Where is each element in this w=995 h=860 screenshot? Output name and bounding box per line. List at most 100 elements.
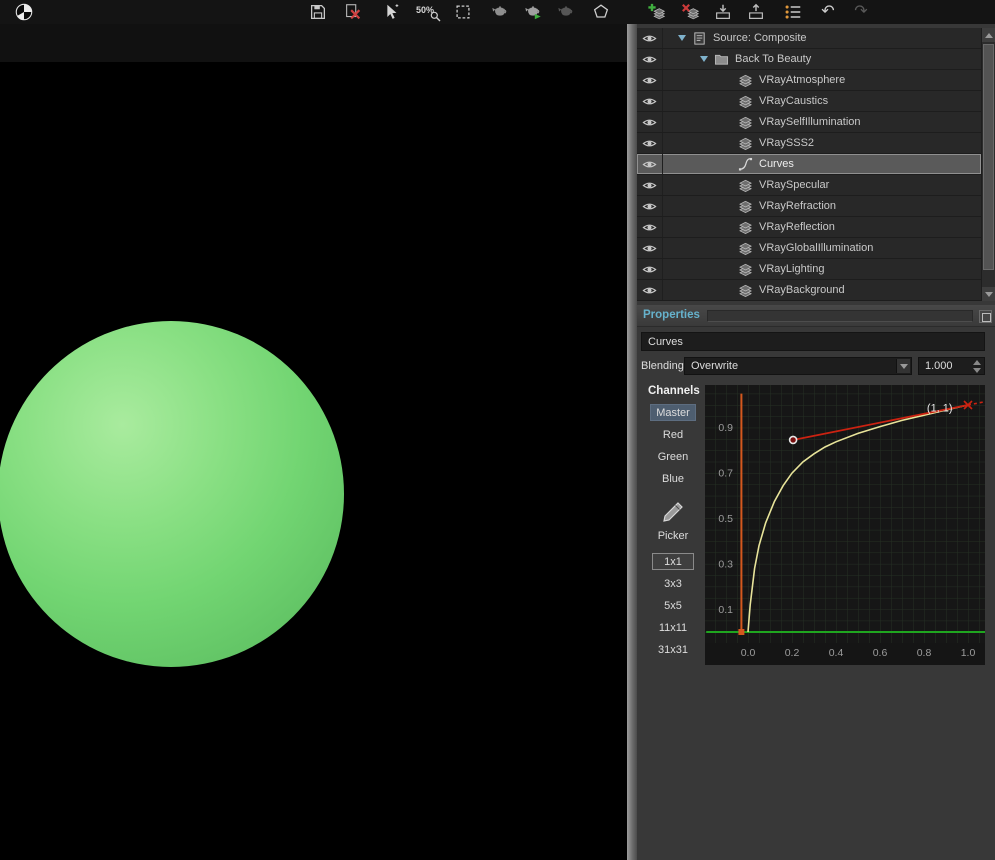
save-layers-button[interactable] (744, 1, 768, 23)
layer-list-button[interactable] (781, 1, 805, 23)
svg-text:0.2: 0.2 (785, 647, 800, 659)
svg-text:0.9: 0.9 (718, 422, 733, 434)
visibility-eye-icon[interactable] (637, 259, 663, 279)
layer-row-vrayselfillumination[interactable]: VRaySelfIllumination (637, 112, 981, 133)
curves-icon (738, 157, 753, 172)
zoom-level-button[interactable]: 50% (412, 1, 442, 23)
spinner-arrows[interactable] (972, 360, 982, 373)
panel-splitter[interactable] (627, 24, 637, 860)
render-region-cursor-icon (381, 2, 401, 22)
layer-row-vrayglobalillumination[interactable]: VRayGlobalIllumination (637, 238, 981, 259)
layer-name-input[interactable] (641, 332, 985, 351)
blend-amount-value: 1.000 (925, 360, 953, 372)
visibility-eye-icon[interactable] (637, 70, 663, 90)
layer-row-source-composite[interactable]: Source: Composite (637, 28, 981, 49)
add-layer-button[interactable] (645, 1, 669, 23)
visibility-eye-icon[interactable] (637, 196, 663, 216)
undo-button[interactable]: ↶ (816, 1, 840, 23)
save-image-icon (308, 2, 328, 22)
redo-icon: ↷ (854, 4, 867, 20)
visibility-eye-icon[interactable] (637, 280, 663, 300)
visibility-eye-icon[interactable] (637, 238, 663, 258)
layer-row-vraysss2[interactable]: VRaySSS2 (637, 133, 981, 154)
picker-size-3x3[interactable]: 3x3 (652, 575, 694, 592)
redo-button[interactable]: ↷ (849, 1, 873, 23)
channel-green[interactable]: Green (650, 448, 696, 465)
blend-amount-spinner[interactable]: 1.000 (918, 357, 985, 375)
render-element-icon (738, 73, 753, 88)
visibility-eye-icon[interactable] (637, 91, 663, 111)
visibility-eye-icon[interactable] (637, 28, 663, 48)
layer-list-icon (783, 2, 803, 22)
layer-row-vraycaustics[interactable]: VRayCaustics (637, 91, 981, 112)
layer-label: Back To Beauty (735, 53, 811, 65)
visibility-eye-icon[interactable] (637, 49, 663, 69)
layers-panel: Source: Composite Back To Beauty VRayAtm… (637, 24, 995, 860)
layer-row-back-to-beauty[interactable]: Back To Beauty (637, 49, 981, 70)
svg-text:0.8: 0.8 (917, 647, 932, 659)
picker-size-label: 31x31 (658, 644, 688, 656)
scroll-down-arrow[interactable] (982, 287, 995, 301)
picker-size-31x31[interactable]: 31x31 (652, 641, 694, 658)
rendered-sphere (0, 321, 344, 667)
render-last-button[interactable] (488, 1, 512, 23)
channel-blue[interactable]: Blue (650, 470, 696, 487)
curve-editor-canvas[interactable]: (1, 1) 0.0 0.2 0.4 0.6 0.8 1.0 0.9 0.7 0… (705, 385, 985, 665)
lasso-region-button[interactable] (589, 1, 613, 23)
render-history-button[interactable] (554, 1, 578, 23)
clear-image-button[interactable] (341, 1, 365, 23)
scroll-up-arrow[interactable] (982, 28, 995, 42)
color-picker-pen-icon[interactable] (659, 500, 685, 526)
visibility-eye-icon[interactable] (637, 217, 663, 237)
visibility-eye-icon[interactable] (637, 133, 663, 153)
channels-title: Channels (648, 385, 700, 397)
layer-row-vrayspecular[interactable]: VRaySpecular (637, 175, 981, 196)
layer-row-vraybackground[interactable]: VRayBackground (637, 280, 981, 301)
visibility-eye-icon[interactable] (637, 112, 663, 132)
folder-icon (714, 52, 729, 67)
channel-master[interactable]: Master (650, 404, 696, 421)
expand-triangle-icon[interactable] (678, 35, 686, 41)
origin-handle-marker[interactable] (738, 629, 744, 635)
layer-label: Curves (759, 158, 794, 170)
picker-size-label: 5x5 (664, 600, 682, 612)
layer-row-vraylighting[interactable]: VRayLighting (637, 259, 981, 280)
clear-image-icon (343, 2, 363, 22)
visibility-eye-icon[interactable] (637, 175, 663, 195)
curve-editor[interactable]: (1, 1) 0.0 0.2 0.4 0.6 0.8 1.0 0.9 0.7 0… (705, 385, 985, 665)
layer-row-vrayatmosphere[interactable]: VRayAtmosphere (637, 70, 981, 91)
render-element-icon (738, 241, 753, 256)
expand-triangle-icon[interactable] (700, 56, 708, 62)
picker-size-1x1[interactable]: 1x1 (652, 553, 694, 570)
render-region-button[interactable] (379, 1, 403, 23)
layer-row-vrayreflection[interactable]: VRayReflection (637, 217, 981, 238)
properties-header-groove (707, 310, 973, 322)
scrollbar-thumb[interactable] (983, 44, 994, 270)
pie-menu-icon (14, 2, 34, 22)
layer-row-curves[interactable]: Curves (637, 154, 981, 175)
dropdown-arrow-icon[interactable] (896, 359, 910, 373)
save-image-button[interactable] (306, 1, 330, 23)
delete-layer-button[interactable] (679, 1, 703, 23)
render-viewport[interactable] (0, 62, 627, 860)
region-select-button[interactable] (451, 1, 475, 23)
render-button[interactable] (521, 1, 545, 23)
load-layers-button[interactable] (711, 1, 735, 23)
picker-size-5x5[interactable]: 5x5 (652, 597, 694, 614)
visibility-eye-icon[interactable] (637, 154, 663, 174)
grid (705, 385, 985, 643)
layer-row-vrayrefraction[interactable]: VRayRefraction (637, 196, 981, 217)
layer-list-scrollbar[interactable] (981, 28, 995, 301)
render-element-icon (738, 220, 753, 235)
properties-collapse-button[interactable] (979, 310, 992, 323)
blending-dropdown[interactable]: Overwrite (684, 357, 912, 375)
pie-menu-button[interactable] (12, 1, 36, 23)
blending-value: Overwrite (691, 360, 738, 372)
svg-text:0.6: 0.6 (873, 647, 888, 659)
tangent-control-point[interactable] (790, 436, 797, 443)
picker-size-11x11[interactable]: 11x11 (652, 619, 694, 636)
channel-red[interactable]: Red (650, 426, 696, 443)
picker-size-label: 11x11 (659, 622, 687, 634)
vray-frame-buffer-window: 50% (0, 0, 995, 860)
properties-title: Properties (643, 309, 700, 321)
